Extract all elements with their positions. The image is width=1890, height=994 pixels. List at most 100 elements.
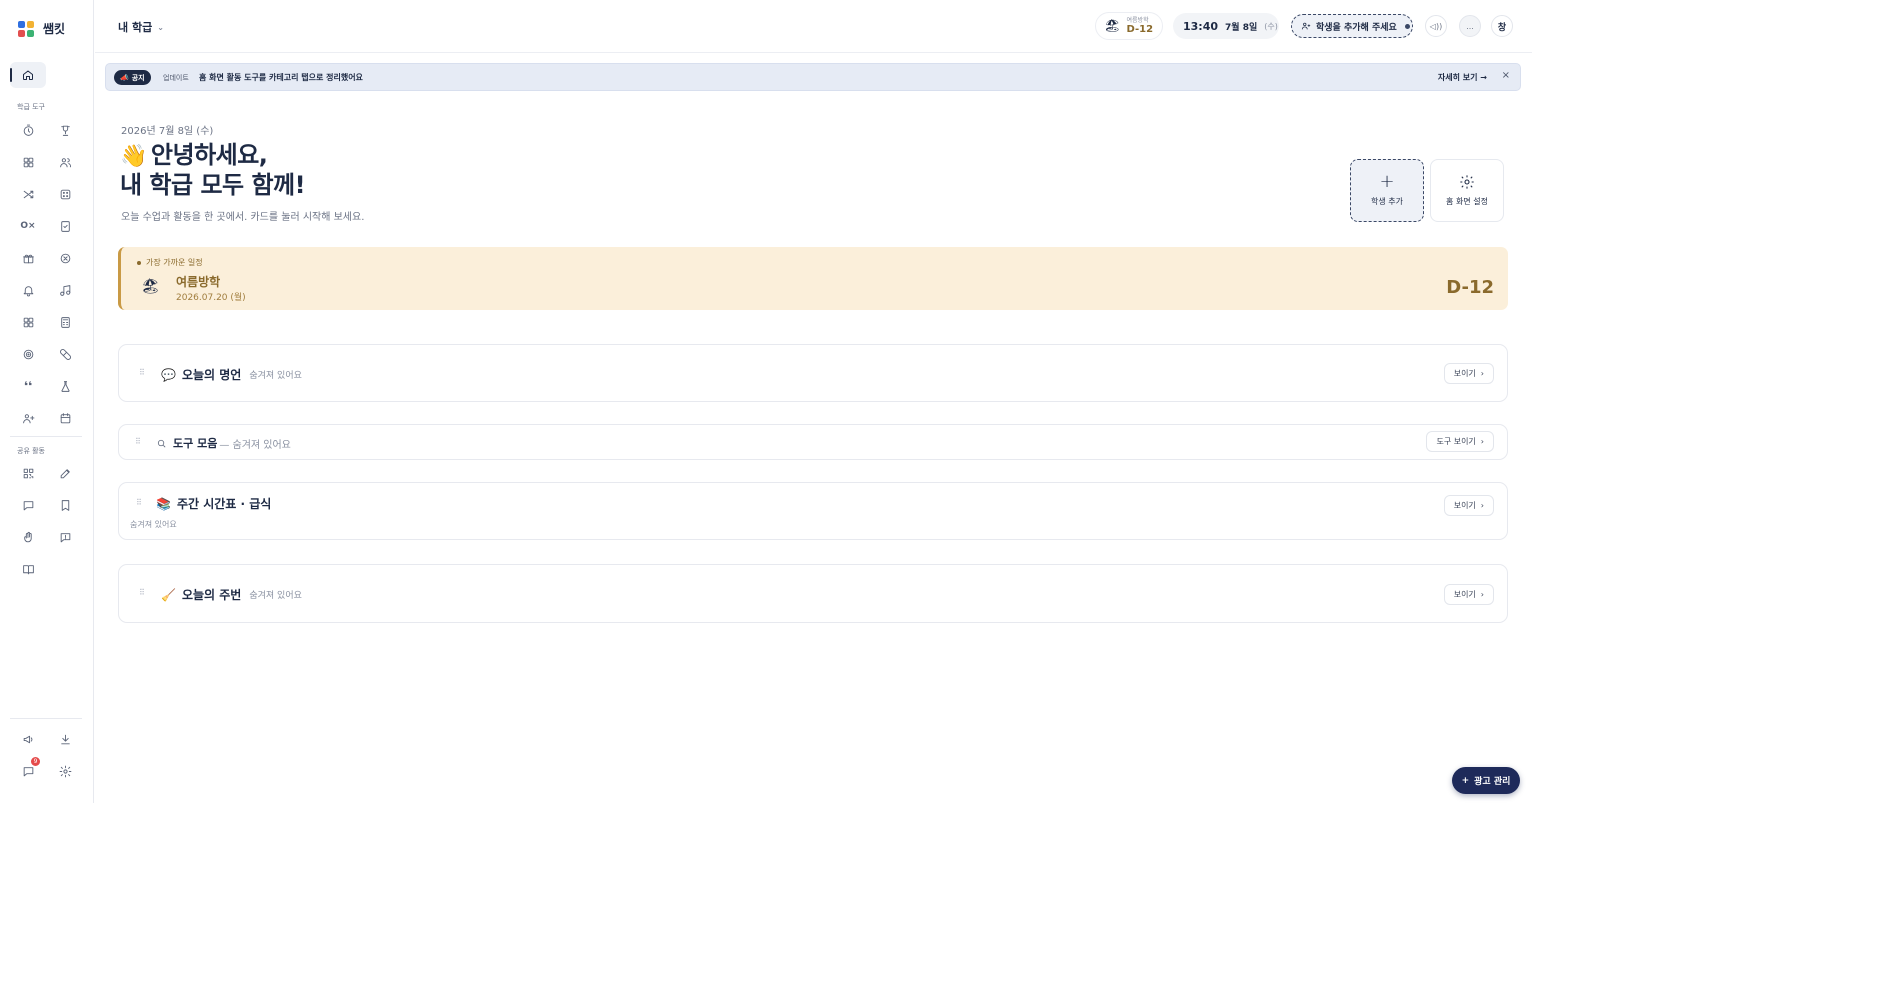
show-duty-button[interactable]: 보이기 › [1443,584,1494,605]
widget-duty-title-text: 오늘의 주번 [181,588,242,602]
user-plus-icon [1301,22,1311,30]
ox-icon[interactable]: O× [18,216,38,236]
target-icon[interactable] [18,344,38,364]
status-dot [1404,23,1410,29]
message-icon[interactable] [55,527,75,547]
show-button-label: 보이기 [1453,590,1476,599]
beach-icon: 🏖 [1104,18,1121,34]
upcoming-event-card[interactable]: 가장 가까운 일정 🏖 여름방학 2026.07.20 (월) D-12 [118,247,1508,310]
logo-icon [18,20,34,37]
book-icon[interactable] [18,559,38,579]
home-settings-button[interactable]: 홈 화면 설정 [1430,159,1504,222]
chat-icon[interactable] [18,495,38,515]
sound-button[interactable]: ◁)) [1425,15,1447,37]
sidebar-divider [10,436,82,437]
dice-icon[interactable] [55,184,75,204]
dday-event-name: 여름방학 [1126,17,1149,24]
group-icon[interactable] [55,152,75,172]
calculator-icon[interactable] [55,312,75,332]
apps-icon[interactable] [18,312,38,332]
page-title: 👋 안녕하세요, 내 학급 모두 함께! [120,141,306,200]
wave-icon: 👋 [120,144,147,169]
sidebar-divider [10,718,82,719]
bookmark-icon[interactable] [55,495,75,515]
books-icon: 📚 [156,496,171,511]
chevron-right-icon: › [1480,501,1484,510]
trophy-icon[interactable] [55,120,75,140]
circle-x-icon[interactable] [55,248,75,268]
app-logo[interactable]: 쌤킷 [18,20,65,37]
event-dday: D-12 [1446,277,1494,298]
today-date: 2026년 7월 8일 (수) [121,126,214,137]
widget-timetable-title-text: 주간 시간표 · 급식 [176,497,272,511]
widget-timetable: ⠿ 📚 주간 시간표 · 급식 숨겨져 있어요 보이기 › [118,482,1508,540]
chevron-down-icon: ⌄ [157,22,164,32]
bell-icon[interactable] [18,280,38,300]
app-name: 쌤킷 [43,22,66,36]
notice-more-link[interactable]: 자세히 보기 → [1438,72,1487,83]
gift-icon[interactable] [18,248,38,268]
feedback-button[interactable]: 9 [18,757,40,781]
event-label: 가장 가까운 일정 [137,257,203,268]
show-button-label: 보이기 [1453,501,1476,510]
megaphone-icon[interactable] [18,729,38,749]
drag-handle-icon[interactable]: ⠿ [139,368,145,377]
music-icon[interactable] [55,280,75,300]
widget-hidden-status: 숨겨져 있어요 [130,520,177,529]
qr-icon[interactable] [18,463,38,483]
plus-icon: + [1461,775,1470,786]
notification-badge: 9 [31,757,40,766]
checklist-icon[interactable] [55,216,75,236]
sidebar-home-button[interactable] [10,62,46,88]
user-plus-icon[interactable] [18,408,38,428]
close-icon[interactable]: × [1502,70,1510,81]
speaker-icon: ◁)) [1429,21,1443,31]
megaphone-icon: 📣 [120,73,129,82]
widget-tools: ⠿ 도구 모음 — 숨겨져 있어요 도구 보이기 › [118,424,1508,460]
search-icon [157,439,166,447]
chevron-right-icon: › [1480,590,1484,599]
hand-icon[interactable] [18,527,38,547]
calendar-icon[interactable] [55,408,75,428]
download-icon[interactable] [55,729,75,749]
drag-handle-icon[interactable]: ⠿ [136,498,142,507]
event-date: 2026.07.20 (월) [176,293,246,303]
sidebar-section-tools: 학급 도구 [17,103,45,111]
ad-manage-button[interactable]: + 광고 관리 [1452,767,1520,794]
current-day-of-week: (수) [1264,21,1278,31]
add-student-button[interactable]: + 학생 추가 [1350,159,1424,222]
grid-icon[interactable] [18,152,38,172]
add-student-label: 학생 추가 [1371,197,1403,206]
feedback-icon [23,766,33,776]
class-selector[interactable]: 내 학급 ⌄ [118,19,164,35]
edit-icon[interactable] [55,463,75,483]
shuffle-icon[interactable] [18,184,38,204]
current-time: 13:40 [1183,19,1219,33]
widget-quote-title-text: 오늘의 명언 [181,368,242,382]
notice-tag: 📣 공지 [114,70,151,85]
gear-icon[interactable] [55,761,75,781]
add-student-prompt-button[interactable]: 학생을 추가해 주세요 [1291,14,1413,38]
more-button[interactable]: ... [1459,15,1481,37]
quote-icon[interactable]: ❛❛ [18,376,38,396]
sidebar-section-activity: 공유 활동 [17,447,45,455]
drag-handle-icon[interactable]: ⠿ [135,437,141,446]
timer-icon[interactable] [18,120,38,140]
home-settings-label: 홈 화면 설정 [1446,197,1488,206]
chevron-right-icon: › [1480,369,1484,378]
show-tools-button[interactable]: 도구 보이기 › [1426,431,1494,452]
clock-chip[interactable]: 13:40 7월 8일 (수) [1173,13,1279,39]
flask-icon[interactable] [55,376,75,396]
window-button[interactable]: 창 [1491,15,1513,37]
notice-kind: 업데이트 [163,74,189,82]
plus-icon: + [1379,171,1395,192]
pill-icon[interactable] [55,344,75,364]
current-date: 7월 8일 [1225,22,1258,33]
widget-duty-title: 🧹 오늘의 주번 숨겨져 있어요 [161,586,302,603]
show-quote-button[interactable]: 보이기 › [1443,363,1494,384]
more-label: ... [1466,21,1474,31]
dday-chip[interactable]: 🏖 여름방학 D-12 [1095,12,1163,40]
home-icon [23,70,33,80]
show-timetable-button[interactable]: 보이기 › [1443,495,1494,516]
drag-handle-icon[interactable]: ⠿ [139,588,145,597]
